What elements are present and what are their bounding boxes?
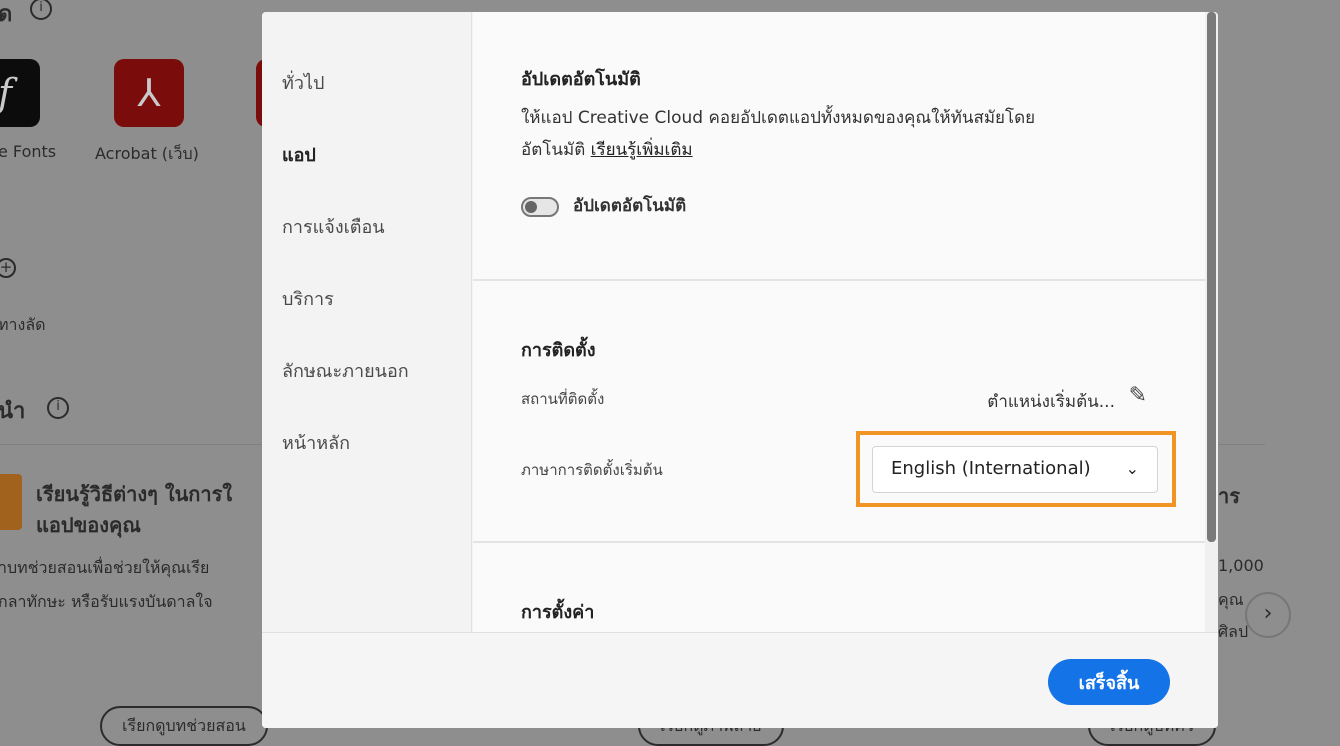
dialog-footer: เสร็จสิ้น bbox=[262, 632, 1218, 728]
install-language-label: ภาษาการติดตั้งเริ่มต้น bbox=[521, 461, 663, 479]
info-icon[interactable]: i bbox=[47, 397, 69, 419]
auto-update-section: อัปเดตอัตโนมัติ ให้แอป Creative Cloud คอ… bbox=[473, 12, 1205, 281]
card-desc: ศิลป bbox=[1218, 622, 1249, 641]
install-location-value: ตำแหน่งเริ่มต้น... bbox=[987, 392, 1115, 412]
settings-section: การตั้งค่า bbox=[473, 543, 1205, 632]
selected-language: English (International) bbox=[891, 458, 1091, 479]
section-title: นำ bbox=[0, 399, 26, 424]
nav-item-apps[interactable]: แอป bbox=[282, 140, 316, 169]
acrobat-icon[interactable]: ⅄ bbox=[114, 59, 184, 127]
card-title: แอปของคุณ bbox=[36, 513, 141, 537]
nav-item-general[interactable]: ทั่วไป bbox=[282, 68, 324, 97]
next-arrow-button[interactable]: › bbox=[1245, 592, 1291, 638]
card-desc: คุณ bbox=[1218, 590, 1244, 609]
section-title: ด bbox=[0, 2, 13, 27]
done-button[interactable]: เสร็จสิ้น bbox=[1048, 659, 1170, 705]
preferences-content: อัปเดตอัตโนมัติ ให้แอป Creative Cloud คอ… bbox=[473, 12, 1205, 632]
card-title: เรียนรู้วิธีต่างๆ ในการใ bbox=[36, 482, 233, 506]
install-location-label: สถานที่ติดตั้ง bbox=[521, 390, 605, 408]
preferences-dialog: ทั่วไป แอป การแจ้งเตือน บริการ ลักษณะภาย… bbox=[262, 12, 1218, 728]
toggle-label: อัปเดตอัตโนมัติ bbox=[573, 196, 687, 216]
card-title: าร bbox=[1218, 484, 1240, 508]
nav-item-home[interactable]: หน้าหลัก bbox=[282, 428, 350, 457]
scrollbar-thumb[interactable] bbox=[1207, 12, 1216, 542]
section-title: การติดตั้ง bbox=[521, 340, 596, 361]
learn-more-link[interactable]: เรียนรู้เพิ่มเติม bbox=[591, 140, 693, 160]
install-language-select[interactable]: English (International) ⌄ bbox=[872, 446, 1158, 493]
desc-text: อัตโนมัติ bbox=[521, 140, 586, 160]
scrollbar[interactable] bbox=[1205, 12, 1218, 632]
edit-pencil-icon[interactable]: ✎ bbox=[1129, 383, 1147, 408]
auto-update-desc: ให้แอป Creative Cloud คอยอัปเดตแอปทั้งหม… bbox=[521, 108, 1036, 128]
app-label: Acrobat (เว็บ) bbox=[95, 144, 199, 163]
add-shortcut-icon[interactable]: + bbox=[0, 258, 16, 278]
card-desc: กลาทักษะ หรือรับแรงบันดาลใจ bbox=[0, 592, 213, 611]
auto-update-toggle[interactable] bbox=[521, 197, 559, 217]
nav-item-appearance[interactable]: ลักษณะภายนอก bbox=[282, 356, 409, 385]
app-label: e Fonts bbox=[0, 142, 57, 161]
browse-tutorials-button[interactable]: เรียกดูบทช่วยสอน bbox=[100, 706, 268, 746]
nav-item-notifications[interactable]: การแจ้งเตือน bbox=[282, 212, 385, 241]
preferences-nav: ทั่วไป แอป การแจ้งเตือน บริการ ลักษณะภาย… bbox=[262, 12, 472, 632]
chevron-down-icon: ⌄ bbox=[1125, 459, 1139, 478]
shortcut-label: ทางลัด bbox=[0, 315, 46, 334]
nav-item-services[interactable]: บริการ bbox=[282, 284, 334, 313]
fonts-icon[interactable]: f bbox=[0, 59, 40, 127]
card-desc: าบทช่วยสอนเพื่อช่วยให้คุณเรีย bbox=[0, 558, 210, 577]
section-title: อัปเดตอัตโนมัติ bbox=[521, 69, 641, 90]
section-title: การตั้งค่า bbox=[521, 602, 595, 623]
tutorial-icon bbox=[0, 474, 22, 530]
card-desc: 1,000 bbox=[1218, 556, 1264, 575]
auto-update-desc-line2: อัตโนมัติ เรียนรู้เพิ่มเติม bbox=[521, 134, 1141, 166]
info-icon[interactable]: i bbox=[30, 0, 52, 20]
